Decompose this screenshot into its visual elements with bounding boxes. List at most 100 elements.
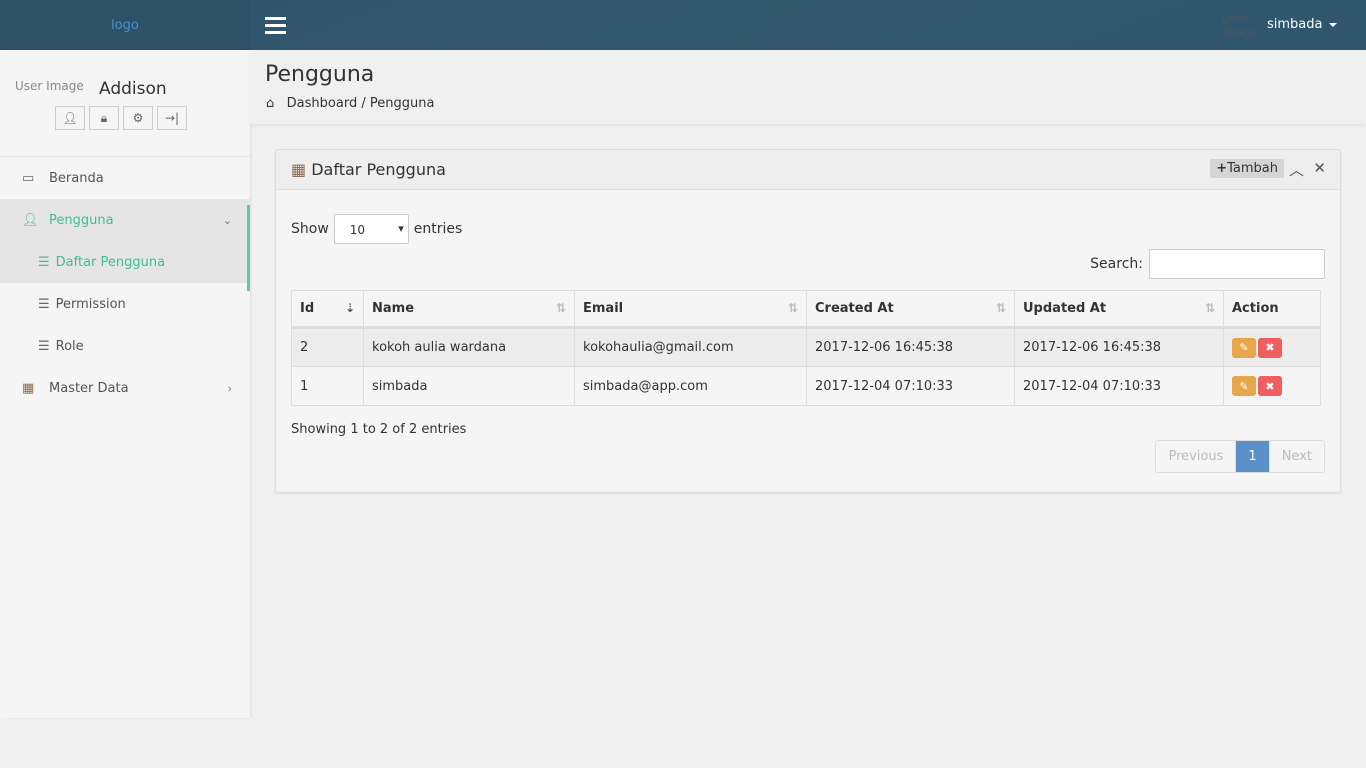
breadcrumb-current: Pengguna [369, 96, 435, 111]
search-label: Search: [1090, 256, 1143, 272]
user-dropdown[interactable]: simbada [1267, 17, 1337, 32]
show-label: Show [291, 221, 329, 237]
pagination: Previous 1 Next [1155, 440, 1325, 473]
list-icon: ☰ [38, 254, 50, 270]
sort-icon: ⇅ [1204, 301, 1215, 315]
add-button[interactable]: +Tambah [1210, 159, 1284, 178]
label: Daftar Pengguna [55, 254, 166, 270]
delete-button[interactable]: ✖ [1258, 376, 1282, 396]
breadcrumb-separator: / [361, 96, 366, 111]
sidebar-item-permission[interactable]: ☰ Permission [0, 283, 250, 325]
column-header-id[interactable]: Id ⇣ [291, 290, 364, 329]
column-header-email[interactable]: Email ⇅ [574, 290, 807, 329]
table-row: 1 simbada simbada@app.com 2017-12-04 07:… [291, 366, 1321, 406]
user-avatar: User Image [1222, 12, 1257, 39]
page-title: Pengguna [265, 62, 375, 87]
user-icon: 👤︎ [62, 111, 78, 125]
column-header-updated-at[interactable]: Updated At ⇅ [1014, 290, 1224, 329]
user-image: User Image [15, 79, 84, 93]
settings-button[interactable]: ⚙ [123, 106, 153, 130]
breadcrumb: ⌂ Dashboard / Pengguna [266, 96, 434, 111]
label: Beranda [49, 170, 104, 186]
label: Action [1232, 301, 1279, 316]
top-navbar: logo User Image simbada [0, 0, 1366, 50]
cell-updated-at: 2017-12-06 16:45:38 [1014, 327, 1224, 367]
menu-toggle-button[interactable] [265, 17, 286, 34]
user-icon: 👤︎ [22, 212, 39, 228]
chevron-down-icon: ⌄ [222, 213, 232, 227]
cell-created-at: 2017-12-04 07:10:33 [806, 366, 1015, 406]
sidebar-item-pengguna[interactable]: 👤︎ Pengguna ⌄ [0, 199, 250, 241]
close-button[interactable]: ✕ [1313, 159, 1326, 177]
column-header-name[interactable]: Name ⇅ [363, 290, 575, 329]
label: Permission [55, 296, 126, 312]
label: Role [55, 338, 84, 354]
list-icon: ☰ [38, 296, 50, 312]
previous-button[interactable]: Previous [1156, 441, 1235, 472]
label: Name [372, 301, 415, 316]
breadcrumb-dashboard[interactable]: Dashboard [287, 96, 358, 111]
label: Created At [815, 301, 894, 316]
sidebar-item-beranda[interactable]: ▭ Beranda [0, 157, 250, 199]
user-panel: User Image Addison 👤︎ 🔒︎ ⚙ →| [0, 50, 250, 157]
gear-icon: ⚙ [132, 111, 144, 125]
label: Pengguna [49, 212, 114, 228]
panel-title: Daftar Pengguna [311, 160, 446, 179]
cell-email: kokohaulia@gmail.com [574, 327, 807, 367]
sort-desc-icon: ⇣ [344, 301, 355, 315]
sidebar-item-role[interactable]: ☰ Role [0, 325, 250, 367]
edit-button[interactable]: ✎ [1232, 376, 1256, 396]
chevron-right-icon: › [227, 381, 232, 395]
chevron-up-icon: ︿ [1288, 161, 1304, 179]
plus-icon: + [1216, 161, 1228, 176]
username: simbada [1267, 17, 1323, 32]
search-input[interactable] [1149, 249, 1325, 279]
cell-action: ✎ ✖ [1223, 327, 1321, 367]
grid-icon: ▦ [291, 160, 307, 179]
table-row: 2 kokoh aulia wardana kokohaulia@gmail.c… [291, 327, 1321, 367]
cell-email: simbada@app.com [574, 366, 807, 406]
user-name: Addison [99, 79, 167, 99]
cell-id: 1 [291, 366, 364, 406]
edit-button[interactable]: ✎ [1232, 337, 1256, 358]
cell-name: simbada [363, 366, 575, 406]
lock-icon: 🔒︎ [100, 110, 108, 125]
table-info: Showing 1 to 2 of 2 entries [291, 422, 467, 437]
profile-button[interactable]: 👤︎ [55, 106, 85, 130]
users-table: Id ⇣ Name ⇅ Email ⇅ Created At ⇅ Updated At ⇅… [291, 290, 1321, 406]
label: Master Data [49, 380, 129, 396]
next-button[interactable]: Next [1270, 441, 1324, 472]
label: Tambah [1227, 161, 1278, 176]
sidebar-item-daftar-pengguna[interactable]: ☰ Daftar Pengguna [0, 241, 250, 283]
label: Email [583, 301, 624, 316]
close-icon: ✕ [1313, 159, 1326, 177]
sidebar-item-master-data[interactable]: ▦ Master Data › [0, 367, 250, 409]
label: Updated At [1023, 301, 1107, 316]
collapse-button[interactable]: ︿ [1289, 159, 1304, 180]
sort-icon: ⇅ [787, 301, 798, 315]
cell-action: ✎ ✖ [1223, 366, 1321, 406]
page-1-button[interactable]: 1 [1235, 441, 1270, 472]
cell-id: 2 [291, 327, 364, 367]
column-header-action: Action [1223, 290, 1321, 329]
grid-icon: ▦ [22, 380, 35, 396]
page-length-select[interactable]: 10 [333, 214, 409, 244]
column-header-created-at[interactable]: Created At ⇅ [806, 290, 1015, 329]
monitor-icon: ▭ [22, 170, 35, 186]
caret-down-icon [1328, 22, 1337, 27]
entries-label: entries [413, 221, 463, 237]
logo[interactable]: logo [0, 0, 250, 50]
sort-icon: ⇅ [995, 301, 1006, 315]
lock-button[interactable]: 🔒︎ [89, 106, 119, 130]
label: Id [300, 301, 315, 316]
logout-button[interactable]: →| [157, 106, 187, 130]
cell-created-at: 2017-12-06 16:45:38 [806, 327, 1015, 367]
cell-updated-at: 2017-12-04 07:10:33 [1014, 366, 1224, 406]
page-header: Pengguna ⌂ Dashboard / Pengguna [250, 50, 1366, 124]
cell-name: kokoh aulia wardana [363, 327, 575, 367]
sidebar: User Image Addison 👤︎ 🔒︎ ⚙ →| ▭ Beranda 👤… [0, 50, 250, 718]
home-icon: ⌂ [266, 96, 275, 111]
active-indicator [247, 205, 250, 291]
logout-icon: →| [164, 111, 180, 125]
delete-button[interactable]: ✖ [1258, 337, 1282, 358]
